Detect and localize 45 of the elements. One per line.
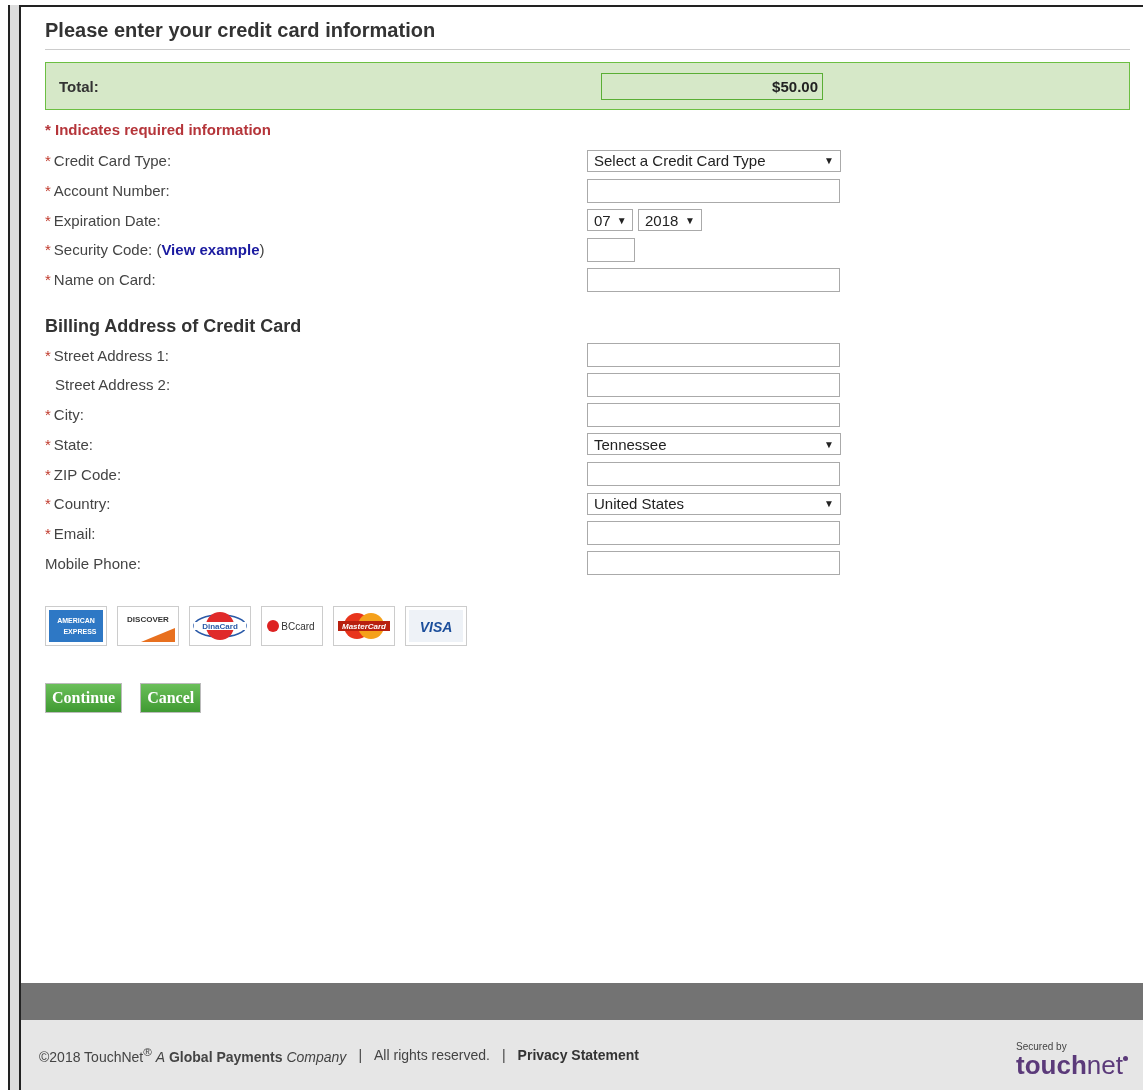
text-field[interactable] [587, 462, 840, 487]
card-logo: MasterCard [333, 605, 395, 646]
dropdown[interactable]: Select a Credit Card Type ▼ [587, 149, 841, 172]
field-label: * Email: [45, 524, 97, 542]
copyright-text: ©2018 TouchNet$^{®}$ A Global Payments Company [39, 1045, 347, 1065]
card-logo: BCcard [261, 605, 323, 646]
text-field[interactable] [587, 178, 840, 203]
field-label: * Expiration Date: [45, 211, 162, 229]
total-amount: $50.00 [601, 72, 823, 100]
privacy-link[interactable]: Privacy Statement [517, 1047, 639, 1063]
field-label: Street Address 2: [54, 376, 172, 394]
field-label: * ZIP Code: [45, 465, 123, 483]
field-label: * Account Number: [45, 182, 171, 200]
field-label: * City: [45, 406, 85, 424]
dropdown[interactable]: 07 ▼ [587, 209, 633, 232]
logo-caption: Secured by [1016, 1040, 1067, 1052]
field-label: * Credit Card Type: [45, 152, 173, 170]
field-label: * Name on Card: [45, 271, 157, 289]
field-label: * State: [45, 435, 95, 453]
card-logo: DinaCard [189, 605, 251, 646]
card-logo: VISA [405, 605, 467, 646]
separator: | [358, 1047, 362, 1063]
text-field[interactable] [587, 551, 840, 576]
view-example-link[interactable]: View example [161, 241, 260, 259]
text-field[interactable] [587, 343, 840, 368]
total-label: Total: [59, 77, 100, 95]
text-field[interactable] [587, 267, 840, 292]
text-field[interactable] [587, 372, 840, 397]
text-field[interactable] [587, 521, 840, 546]
field-label: * Street Address 1: [45, 346, 170, 364]
separator: | [501, 1047, 506, 1063]
field-label: Mobile Phone: [45, 554, 142, 572]
field-label: * Country: [45, 495, 112, 513]
dropdown[interactable]: Tennessee ▼ [587, 433, 841, 456]
rights-text: All rights reserved. [374, 1047, 490, 1063]
dropdown[interactable]: 2018 ▼ [638, 209, 702, 232]
section-heading: Billing Address of Credit Card [45, 316, 303, 338]
text-field[interactable] [587, 237, 635, 262]
brand-logo: touchnet [1016, 1051, 1128, 1078]
page-title: Please enter your credit card information [45, 19, 1130, 50]
text-field[interactable] [587, 402, 840, 427]
required-note: * Indicates required information [45, 121, 272, 138]
card-logo: DISCOVER [117, 605, 179, 646]
dropdown[interactable]: United States ▼ [587, 492, 841, 515]
field-label: * Security Code: (View example) [45, 241, 266, 259]
